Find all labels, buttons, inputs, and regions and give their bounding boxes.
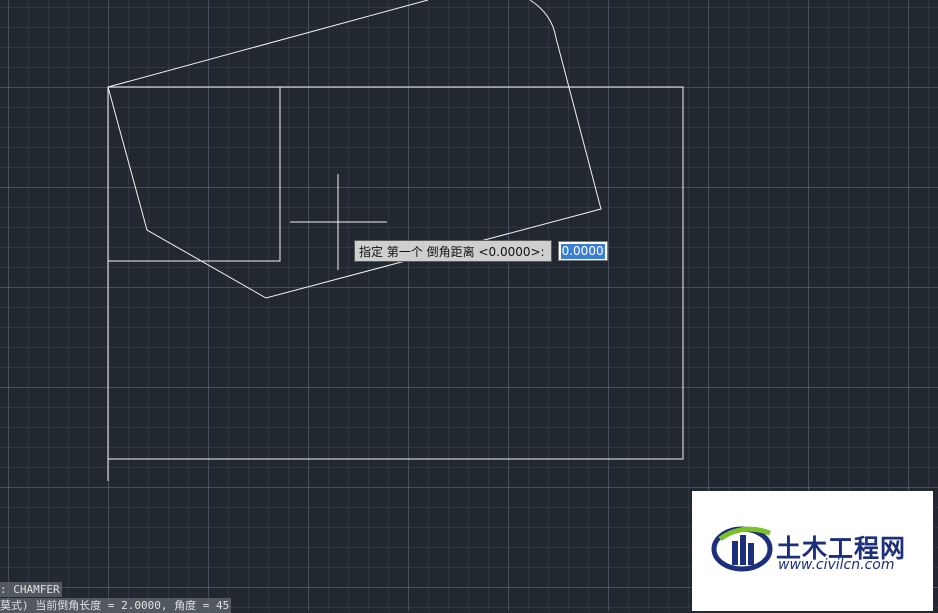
dynamic-input-prompt: 指定 第一个 倒角距离 <0.0000>: 0.0000 <box>354 240 608 262</box>
watermark-url: www.civilcn.com <box>778 557 895 573</box>
prompt-label: 指定 第一个 倒角距离 <0.0000>: <box>354 240 552 262</box>
drawing-canvas[interactable]: 指定 第一个 倒角距离 <0.0000>: 0.0000 : CHAMFER 莫… <box>0 0 938 613</box>
large-rectangle[interactable] <box>107 86 684 460</box>
small-rectangle[interactable] <box>107 86 281 262</box>
civilcn-logo-icon <box>711 526 773 572</box>
chamfer-distance-value[interactable]: 0.0000 <box>560 243 605 259</box>
command-history-line: : CHAMFER <box>0 582 62 597</box>
watermark-logo: 土木工程网 www.civilcn.com <box>692 491 933 611</box>
chamfer-distance-input[interactable]: 0.0000 <box>557 241 608 261</box>
